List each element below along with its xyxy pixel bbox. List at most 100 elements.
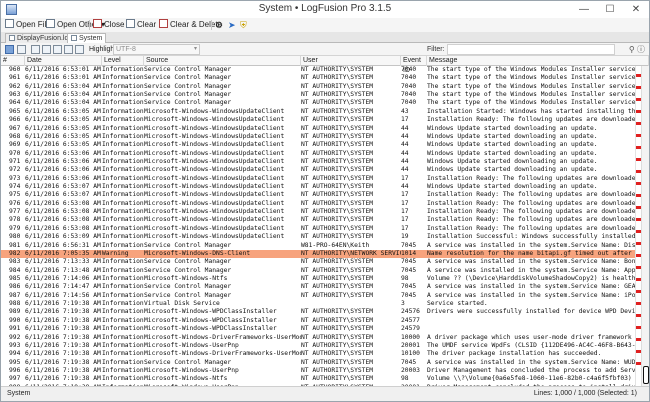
clear-button[interactable]: Clear	[126, 19, 156, 31]
cell-msg: Windows Update started downloading an up…	[427, 166, 598, 174]
vertical-scrollbar[interactable]	[641, 66, 649, 386]
level-filter-icon[interactable]	[75, 45, 84, 54]
maximize-button[interactable]: ☐	[597, 1, 623, 18]
cell-num: 979	[9, 224, 21, 232]
cell-msg: Installation Ready: The following update…	[427, 116, 641, 124]
cell-event: 44	[401, 183, 409, 191]
autoscroll-icon[interactable]	[5, 45, 14, 54]
encoding-select[interactable]: UTF-8 ▾	[113, 44, 200, 55]
cell-level: Information	[102, 149, 144, 157]
open-file-button[interactable]: Open File	[5, 19, 51, 31]
level-filter-icon[interactable]	[31, 45, 40, 54]
column-header-message[interactable]: Message	[427, 56, 649, 66]
cell-user: NT AUTHORITY\SYSTEM	[301, 258, 374, 266]
table-row[interactable]: 974 6/11/2016 6:53:07 AM Information Micros…	[1, 183, 641, 191]
table-row[interactable]: 985 6/11/2016 7:14:06 AM Information Micros…	[1, 275, 641, 283]
level-filter-icon[interactable]	[42, 45, 51, 54]
cell-level: Information	[102, 74, 144, 82]
cell-level: Information	[102, 258, 144, 266]
cell-level: Information	[102, 174, 144, 182]
table-row[interactable]: 982 6/11/2016 7:05:35 AM Warning Microsoft-…	[1, 249, 641, 259]
table-row[interactable]: 978 6/11/2016 6:53:08 AM Information Micros…	[1, 216, 641, 224]
cell-event: 1014	[401, 249, 417, 257]
table-row[interactable]: 990 6/11/2016 7:19:38 AM Information Micros…	[1, 317, 641, 325]
cell-date: 6/11/2016 6:56:31 AM	[25, 241, 101, 249]
cell-level: Information	[102, 157, 144, 165]
table-row[interactable]: 964 6/11/2016 6:53:04 AM Information Servic…	[1, 99, 641, 107]
table-row[interactable]: 997 6/11/2016 7:19:38 AM Information Micros…	[1, 375, 641, 383]
cell-user: NT AUTHORITY\SYSTEM	[301, 191, 374, 199]
wrap-icon[interactable]	[17, 45, 26, 54]
table-row[interactable]: 963 6/11/2016 6:53:04 AM Information Servic…	[1, 91, 641, 99]
cell-user: NT AUTHORITY\SYSTEM	[301, 274, 374, 282]
cell-source: Service Control Manager	[144, 91, 232, 99]
table-row[interactable]: 973 6/11/2016 6:53:06 AM Information Micros…	[1, 175, 641, 183]
cell-num: 992	[9, 333, 21, 341]
level-filter-icon[interactable]	[64, 45, 73, 54]
table-row[interactable]: 994 6/11/2016 7:19:38 AM Information Micros…	[1, 350, 641, 358]
table-row[interactable]: 967 6/11/2016 6:53:05 AM Information Micros…	[1, 125, 641, 133]
cell-msg: Windows Update started downloading an up…	[427, 157, 598, 165]
table-row[interactable]: 965 6/11/2016 6:53:05 AM Information Micros…	[1, 108, 641, 116]
table-row[interactable]: 975 6/11/2016 6:53:07 AM Information Micros…	[1, 191, 641, 199]
cell-num: 983	[9, 258, 21, 266]
table-row[interactable]: 981 6/11/2016 6:56:31 AM Information Servic…	[1, 242, 641, 250]
column-header-num[interactable]: #	[1, 56, 25, 66]
cell-source: Microsoft-Windows-WindowsUpdateClient	[144, 199, 285, 207]
settings-gear-icon[interactable]: ⚙	[215, 19, 223, 31]
table-row[interactable]: 968 6/11/2016 6:53:05 AM Information Micros…	[1, 133, 641, 141]
column-header-date[interactable]: Date	[25, 56, 102, 66]
tab-displayfusion-log[interactable]: DisplayFusion.log	[5, 33, 77, 43]
minimize-button[interactable]: —	[571, 1, 597, 18]
cell-level: Information	[102, 132, 144, 140]
cell-user: W81-PRO-64EN\Keith	[301, 241, 370, 249]
column-header-level[interactable]: Level	[102, 56, 144, 66]
scrollbar-thumb[interactable]	[643, 366, 649, 384]
table-row[interactable]: 996 6/11/2016 7:19:38 AM Information Micros…	[1, 367, 641, 375]
cell-user: NT AUTHORITY\SYSTEM	[301, 358, 374, 366]
cell-msg: Windows Update started downloading an up…	[427, 124, 598, 132]
level-filter-icon[interactable]	[53, 45, 62, 54]
table-row[interactable]: 993 6/11/2016 7:19:38 AM Information Micros…	[1, 342, 641, 350]
table-row[interactable]: 984 6/11/2016 7:13:48 AM Information Servic…	[1, 267, 641, 275]
clear-delete-button[interactable]: Clear & Delete	[159, 19, 222, 31]
filter-input[interactable]	[447, 44, 615, 55]
cell-date: 6/11/2016 6:53:01 AM	[25, 74, 101, 82]
column-header-event-id[interactable]: Event ID	[401, 56, 427, 74]
shield-icon[interactable]: ⛨	[240, 19, 247, 31]
cell-source: Service Control Manager	[144, 241, 232, 249]
pin-icon[interactable]: ➤	[228, 19, 236, 31]
column-header-source[interactable]: Source	[144, 56, 301, 66]
cell-source: Service Control Manager	[144, 283, 232, 291]
table-row[interactable]: 995 6/11/2016 7:19:38 AM Information Servic…	[1, 359, 641, 367]
column-header-user[interactable]: User	[301, 56, 401, 66]
table-row[interactable]: 979 6/11/2016 6:53:08 AM Information Micros…	[1, 225, 641, 233]
table-row[interactable]: 960 6/11/2016 6:53:01 AM Information Servic…	[1, 66, 641, 74]
table-row[interactable]: 987 6/11/2016 7:14:56 AM Information Servic…	[1, 292, 641, 300]
table-row[interactable]: 961 6/11/2016 6:53:01 AM Information Servic…	[1, 74, 641, 82]
table-row[interactable]: 969 6/11/2016 6:53:05 AM Information Micros…	[1, 141, 641, 149]
cell-num: 961	[9, 74, 21, 82]
cell-msg: A service was installed in the system.Se…	[427, 291, 641, 299]
table-row[interactable]: 989 6/11/2016 7:19:38 AM Information Micros…	[1, 308, 641, 316]
table-row[interactable]: 988 6/11/2016 7:19:38 AM Information Virtua…	[1, 300, 641, 308]
cell-num: 986	[9, 283, 21, 291]
table-row[interactable]: 986 6/11/2016 7:14:47 AM Information Servic…	[1, 283, 641, 291]
cell-msg: Installation Started: Windows has starte…	[427, 107, 641, 115]
table-row[interactable]: 971 6/11/2016 6:53:06 AM Information Micros…	[1, 158, 641, 166]
help-icon[interactable]: ⓘ	[637, 45, 645, 54]
table-row[interactable]: 962 6/11/2016 6:53:04 AM Information Servic…	[1, 83, 641, 91]
table-row[interactable]: 983 6/11/2016 7:13:33 AM Information Servic…	[1, 258, 641, 266]
table-row[interactable]: 970 6/11/2016 6:53:06 AM Information Micros…	[1, 150, 641, 158]
table-row[interactable]: 966 6/11/2016 6:53:05 AM Information Micros…	[1, 116, 641, 124]
table-row[interactable]: 980 6/11/2016 6:53:09 AM Information Micros…	[1, 233, 641, 241]
table-row[interactable]: 992 6/11/2016 7:19:38 AM Information Micros…	[1, 334, 641, 342]
close-window-button[interactable]: ✕	[623, 1, 649, 18]
table-row[interactable]: 977 6/11/2016 6:53:08 AM Information Micros…	[1, 208, 641, 216]
search-icon[interactable]: ⚲	[629, 45, 635, 54]
table-row[interactable]: 976 6/11/2016 6:53:08 AM Information Micros…	[1, 200, 641, 208]
cell-user: NT AUTHORITY\SYSTEM	[301, 183, 374, 191]
cell-msg: Installation Ready: The following update…	[427, 216, 641, 224]
table-row[interactable]: 972 6/11/2016 6:53:06 AM Information Micros…	[1, 166, 641, 174]
table-row[interactable]: 991 6/11/2016 7:19:38 AM Information Micros…	[1, 325, 641, 333]
